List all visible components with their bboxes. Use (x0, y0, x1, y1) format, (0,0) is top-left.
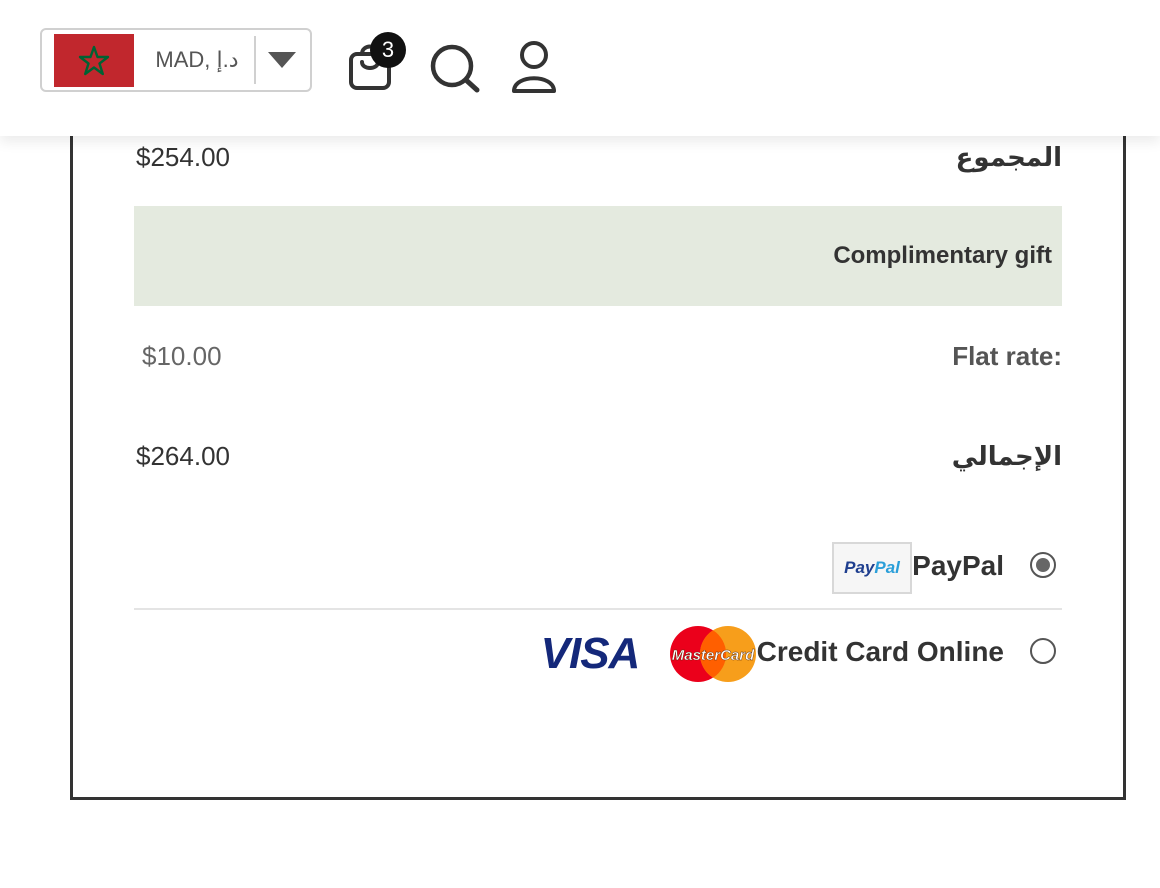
shipping-label: Flat rate: (952, 341, 1062, 371)
complimentary-gift-row: Complimentary gift (134, 206, 1062, 306)
total-label: الإجمالي (951, 441, 1062, 471)
site-header: MAD, د.إ 3 (0, 0, 1160, 136)
shipping-row: $10.00 Flat rate: (134, 336, 1062, 376)
shipping-value: $10.00 (142, 341, 222, 371)
subtotal-value: $254.00 (136, 142, 230, 172)
paypal-logo-text-pal: Pal (874, 558, 900, 577)
gift-label: Complimentary gift (833, 242, 1052, 269)
payment-option-paypal[interactable]: Pay Pal PayPal (134, 532, 1062, 602)
paypal-radio[interactable] (1030, 552, 1056, 578)
currency-selector[interactable]: MAD, د.إ (40, 28, 312, 92)
paypal-logo-text-pay: Pay (844, 558, 875, 577)
credit-card-label: Credit Card Online (756, 636, 1004, 667)
currency-label: MAD, د.إ (155, 47, 239, 72)
payment-divider (134, 608, 1062, 610)
subtotal-row: $254.00 المجموع (134, 140, 1062, 180)
visa-logo: VISA (540, 629, 641, 678)
credit-card-radio[interactable] (1030, 638, 1056, 664)
mastercard-logo: MasterCard (670, 626, 756, 682)
select-divider (254, 36, 256, 84)
paypal-logo: Pay Pal (832, 542, 912, 594)
mastercard-logo-text: MasterCard (672, 647, 755, 664)
total-value: $264.00 (136, 441, 230, 471)
search-icon[interactable] (426, 38, 482, 102)
user-account-icon[interactable] (506, 38, 562, 102)
total-row: $264.00 الإجمالي (134, 436, 1062, 476)
chevron-down-icon[interactable] (268, 52, 296, 68)
cart-count-badge: 3 (370, 32, 406, 68)
payment-option-credit-card[interactable]: VISA MasterCard Credit Card Online (134, 618, 1062, 688)
paypal-label: PayPal (912, 550, 1004, 581)
morocco-flag-icon (54, 34, 134, 87)
subtotal-label: المجموع (955, 142, 1062, 172)
